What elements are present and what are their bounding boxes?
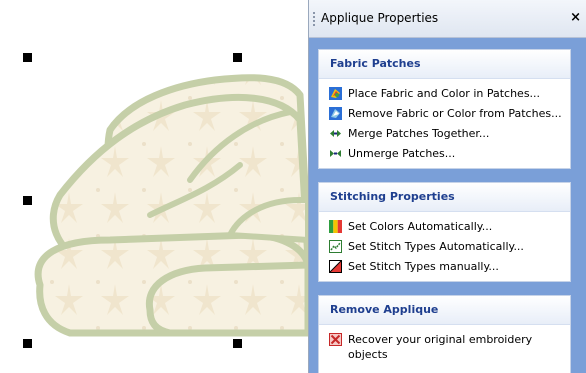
applique-design[interactable] [0,0,308,373]
remove-fabric-item[interactable]: Remove Fabric or Color from Patches... [329,106,570,126]
stitching-properties-group: Stitching Properties Set Colors Automati… [318,182,571,282]
set-colors-icon [329,220,342,233]
design-canvas[interactable] [0,0,308,373]
stitching-properties-header[interactable]: Stitching Properties [319,183,570,212]
merge-patches-label: Merge Patches Together... [348,127,490,140]
remove-applique-group: Remove Applique Recover your original em… [318,295,571,373]
unmerge-patches-label: Unmerge Patches... [348,147,456,160]
remove-fabric-icon [329,107,342,120]
selection-handle-middle-left[interactable] [23,196,32,205]
panel-title: Applique Properties [321,11,439,25]
selection-handle-bottom-left[interactable] [23,339,32,348]
unmerge-patches-item[interactable]: Unmerge Patches... [329,146,570,166]
panel-titlebar[interactable]: Applique Properties × [309,0,586,38]
place-fabric-icon [329,87,342,100]
recover-objects-icon [329,333,342,346]
set-colors-label: Set Colors Automatically... [348,220,493,233]
selection-handle-bottom-middle[interactable] [233,339,242,348]
set-colors-item[interactable]: Set Colors Automatically... [329,219,570,239]
stitch-types-manual-label: Set Stitch Types manually... [348,260,499,273]
stitch-types-auto-icon [329,240,342,253]
place-fabric-label: Place Fabric and Color in Patches... [348,87,541,100]
recover-objects-item[interactable]: Recover your original embroidery objects [329,332,570,366]
grip-icon[interactable] [313,12,315,26]
selection-handle-top-middle[interactable] [233,53,242,62]
applique-properties-panel: Applique Properties × Fabric Patches Pla… [308,0,586,373]
remove-applique-header[interactable]: Remove Applique [319,296,570,325]
stitch-types-manual-icon [329,260,342,273]
recover-objects-label: Recover your original embroidery objects [348,333,533,361]
stitch-types-manual-item[interactable]: Set Stitch Types manually... [329,259,570,279]
close-button[interactable]: × [570,10,581,25]
selection-handle-top-left[interactable] [23,53,32,62]
merge-patches-item[interactable]: Merge Patches Together... [329,126,570,146]
unmerge-patches-icon [330,150,341,157]
remove-fabric-label: Remove Fabric or Color from Patches... [348,107,562,120]
stitch-types-auto-item[interactable]: Set Stitch Types Automatically... [329,239,570,259]
place-fabric-item[interactable]: Place Fabric and Color in Patches... [329,86,570,106]
merge-patches-icon [330,130,341,137]
stitch-types-auto-label: Set Stitch Types Automatically... [348,240,524,253]
fabric-patches-header[interactable]: Fabric Patches [319,50,570,79]
fabric-patches-group: Fabric Patches Place Fabric and Color in… [318,49,571,169]
